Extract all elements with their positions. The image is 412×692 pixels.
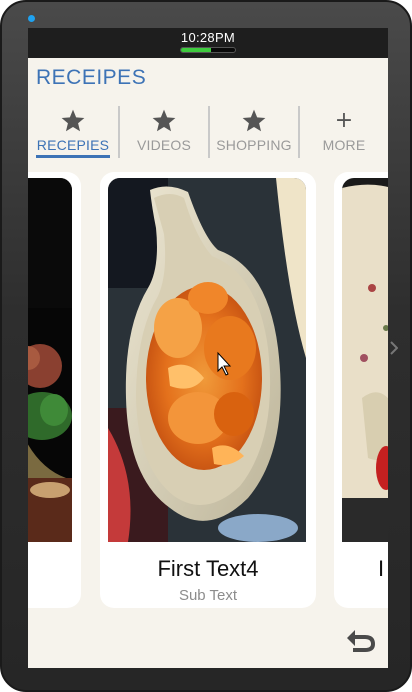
plus-icon: +	[334, 108, 354, 133]
tab-label: RECEPIES	[36, 137, 110, 153]
back-button[interactable]	[343, 626, 379, 658]
status-time: 10:28PM	[180, 30, 236, 45]
tab-recepies[interactable]: RECEPIES	[28, 104, 118, 160]
tab-bar: RECEPIES VIDEOS SHOPPING + MORE	[28, 104, 388, 160]
recipe-photo	[108, 178, 306, 542]
active-tab-indicator	[36, 155, 110, 158]
card-title: First Text4	[157, 556, 259, 581]
recipe-carousel[interactable]: First Text4 Sub Text I	[28, 172, 388, 608]
tab-label: VIDEOS	[136, 137, 192, 153]
tab-label: MORE	[322, 137, 366, 153]
card-title: I	[378, 556, 385, 581]
recipe-photo	[28, 178, 72, 542]
page-title: RECEIPES	[36, 66, 147, 89]
status-bar: 10:28PM	[28, 28, 388, 58]
tab-videos[interactable]: VIDEOS	[119, 104, 209, 160]
recipe-card[interactable]: First Text4 Sub Text	[100, 172, 316, 608]
notification-led	[28, 15, 35, 22]
back-arrow-icon	[347, 630, 375, 652]
recipe-card[interactable]: I	[334, 172, 388, 608]
tab-label: SHOPPING	[216, 137, 292, 153]
app-screen: 10:28PM RECEIPES RECEPIES VIDEOS SHOPPIN…	[28, 28, 388, 668]
star-icon	[119, 108, 209, 134]
card-subtitle: Sub Text	[178, 587, 238, 604]
recipe-card[interactable]	[28, 172, 81, 608]
recipe-photo	[342, 178, 388, 542]
tab-more[interactable]: + MORE	[299, 104, 388, 160]
star-icon	[28, 108, 118, 134]
device-frame: 10:28PM RECEIPES RECEPIES VIDEOS SHOPPIN…	[0, 0, 412, 692]
battery-indicator	[180, 47, 236, 53]
star-icon	[209, 108, 299, 134]
side-arrow-icon	[390, 341, 398, 355]
tab-shopping[interactable]: SHOPPING	[209, 104, 299, 160]
battery-fill	[181, 48, 211, 52]
